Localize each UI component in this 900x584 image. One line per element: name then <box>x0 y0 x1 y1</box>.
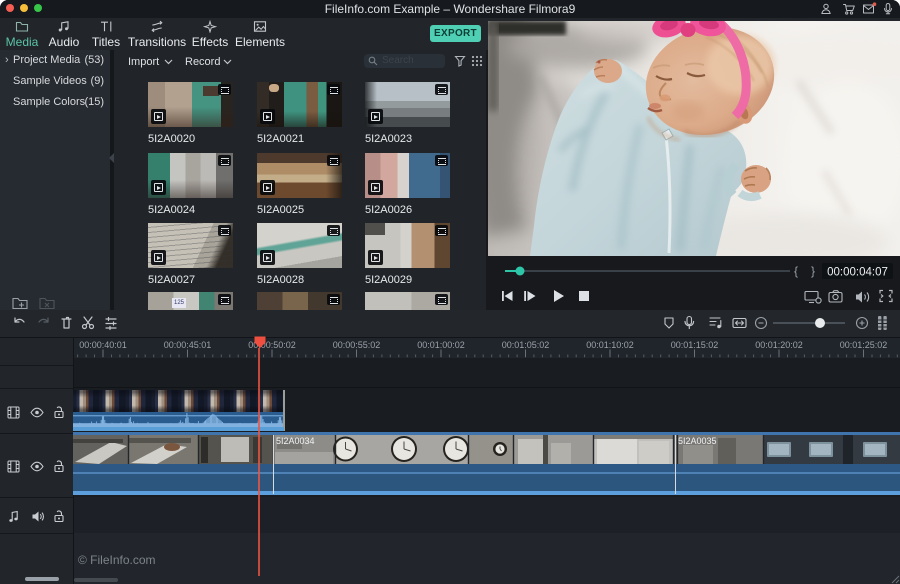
svg-text:00:01:15:02: 00:01:15:02 <box>671 340 719 350</box>
svg-text:}: } <box>811 264 815 278</box>
svg-text:00:01:05:02: 00:01:05:02 <box>502 340 550 350</box>
svg-text:00:01:10:02: 00:01:10:02 <box>586 340 634 350</box>
svg-text:{: { <box>794 264 798 278</box>
svg-text:00:01:00:02: 00:01:00:02 <box>417 340 465 350</box>
svg-text:00:01:25:02: 00:01:25:02 <box>840 340 888 350</box>
svg-text:00:01:20:02: 00:01:20:02 <box>755 340 803 350</box>
svg-text:00:00:45:01: 00:00:45:01 <box>164 340 212 350</box>
svg-text:00:00:55:02: 00:00:55:02 <box>333 340 381 350</box>
svg-text:00:00:04:07: 00:00:04:07 <box>827 267 888 279</box>
svg-text:00:00:40:01: 00:00:40:01 <box>79 340 127 350</box>
